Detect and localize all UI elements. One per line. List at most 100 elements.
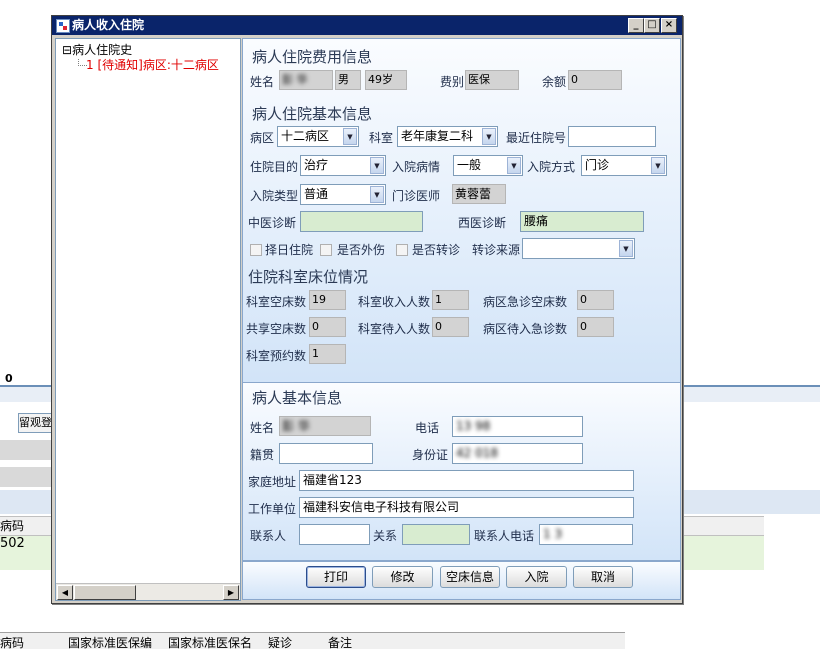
select-date-label: 择日住院 bbox=[265, 243, 314, 257]
chevron-down-icon[interactable]: ▼ bbox=[619, 240, 633, 257]
patient-name-field: 彭 华 bbox=[279, 416, 371, 436]
relation-field[interactable] bbox=[402, 524, 470, 545]
dept-reserve-field: 1 bbox=[309, 344, 346, 364]
basic-section-title: 病人住院基本信息 bbox=[252, 105, 373, 123]
minimize-icon[interactable]: _ bbox=[628, 18, 644, 33]
condition-value: 一般 bbox=[457, 158, 482, 172]
modify-button[interactable]: 修改 bbox=[372, 566, 433, 588]
type-label: 入院类型 bbox=[250, 189, 299, 203]
dialog-title: 病人收入住院 bbox=[72, 18, 145, 32]
app-icon bbox=[56, 19, 70, 33]
doctor-label: 门诊医师 bbox=[392, 189, 441, 203]
chevron-down-icon[interactable]: ▼ bbox=[482, 128, 496, 145]
close-icon[interactable]: × bbox=[661, 18, 677, 33]
method-select[interactable]: 门诊 ▼ bbox=[581, 155, 667, 176]
condition-select[interactable]: 一般 ▼ bbox=[453, 155, 523, 176]
tree-root-label: 病人住院史 bbox=[72, 43, 133, 57]
scroll-right-icon[interactable]: ▶ bbox=[223, 585, 239, 600]
footer-col: 病码 bbox=[0, 636, 25, 650]
collapse-icon[interactable]: ⊟ bbox=[62, 43, 72, 57]
scroll-left-icon[interactable]: ◀ bbox=[57, 585, 73, 600]
chevron-down-icon[interactable]: ▼ bbox=[370, 186, 384, 203]
dept-wait-field: 0 bbox=[432, 317, 469, 337]
balance-label: 余额 bbox=[542, 75, 567, 89]
purpose-select[interactable]: 治疗 ▼ bbox=[300, 155, 386, 176]
relation-label: 关系 bbox=[373, 529, 398, 543]
empty-bed-button[interactable]: 空床信息 bbox=[440, 566, 500, 588]
address-field[interactable]: 福建省123 bbox=[299, 470, 634, 491]
dialog-titlebar[interactable]: 病人收入住院 _ □ × bbox=[52, 16, 682, 35]
footer-col: 备注 bbox=[328, 636, 353, 650]
method-label: 入院方式 bbox=[527, 160, 576, 174]
fee-name-field: 彭 华 bbox=[279, 70, 333, 90]
ward-wait-label: 病区待入急诊数 bbox=[483, 322, 568, 336]
footer-col: 疑诊 bbox=[268, 636, 293, 650]
condition-label: 入院病情 bbox=[392, 160, 441, 174]
background-table-cell: 502 bbox=[0, 536, 25, 551]
ward-emerg-field: 0 bbox=[577, 290, 614, 310]
background-gray-field bbox=[0, 440, 52, 460]
trauma-label: 是否外伤 bbox=[337, 243, 386, 257]
transfer-checkbox[interactable] bbox=[396, 244, 408, 256]
fee-type-label: 费别 bbox=[440, 75, 465, 89]
tree-item-admission[interactable]: 1 [待通知]病区:十二病区 bbox=[86, 56, 219, 73]
work-field[interactable]: 福建科安信电子科技有限公司 bbox=[299, 497, 634, 518]
maximize-icon[interactable]: □ bbox=[644, 18, 660, 33]
background-footer-header: 病码 国家标准医保编 国家标准医保名 疑诊 备注 bbox=[0, 632, 625, 650]
contact-label: 联系人 bbox=[250, 529, 287, 543]
fee-age-field: 49岁 bbox=[365, 70, 407, 90]
phone-label: 电话 bbox=[415, 421, 440, 435]
transfer-source-select[interactable]: ▼ bbox=[522, 238, 635, 259]
id-value: 42 018 bbox=[456, 446, 498, 460]
recent-no-label: 最近住院号 bbox=[506, 131, 567, 145]
dept-admit-label: 科室收入人数 bbox=[358, 295, 431, 309]
shared-empty-field: 0 bbox=[309, 317, 346, 337]
native-label: 籍贯 bbox=[250, 448, 275, 462]
wm-field[interactable]: 腰痛 bbox=[520, 211, 644, 232]
dept-reserve-label: 科室预约数 bbox=[246, 349, 307, 363]
type-select[interactable]: 普通 ▼ bbox=[300, 184, 386, 205]
patient-name-value: 彭 华 bbox=[282, 419, 310, 433]
admission-dialog: 病人收入住院 _ □ × ⊟病人住院史 1 [待通知]病区:十二病区 ◀ ▶ 病… bbox=[51, 15, 683, 604]
contact-phone-field[interactable]: 1 3 bbox=[539, 524, 633, 545]
doctor-field: 黄蓉蕾 bbox=[452, 184, 506, 204]
method-value: 门诊 bbox=[585, 158, 610, 172]
fee-name-label: 姓名 bbox=[250, 75, 275, 89]
balance-field: 0 bbox=[568, 70, 622, 90]
native-field[interactable] bbox=[279, 443, 373, 464]
contact-field[interactable] bbox=[299, 524, 370, 545]
tree-horizontal-scrollbar[interactable]: ◀ ▶ bbox=[56, 583, 240, 600]
footer-col: 国家标准医保编 bbox=[68, 636, 153, 650]
recent-no-field[interactable] bbox=[568, 126, 656, 147]
chevron-down-icon[interactable]: ▼ bbox=[343, 128, 357, 145]
dept-empty-field: 19 bbox=[309, 290, 346, 310]
cancel-button[interactable]: 取消 bbox=[573, 566, 633, 588]
print-button[interactable]: 打印 bbox=[306, 566, 366, 588]
patient-name-label: 姓名 bbox=[250, 421, 275, 435]
address-label: 家庭地址 bbox=[248, 475, 297, 489]
id-field[interactable]: 42 018 bbox=[452, 443, 583, 464]
tcm-field[interactable] bbox=[300, 211, 423, 232]
history-tree[interactable]: ⊟病人住院史 1 [待通知]病区:十二病区 ◀ ▶ bbox=[55, 38, 241, 601]
id-label: 身份证 bbox=[412, 448, 449, 462]
transfer-label: 是否转诊 bbox=[412, 243, 461, 257]
dept-label: 科室 bbox=[369, 131, 394, 145]
scroll-thumb[interactable] bbox=[74, 585, 136, 600]
phone-field[interactable]: 13 98 bbox=[452, 416, 583, 437]
dept-wait-label: 科室待入人数 bbox=[358, 322, 431, 336]
admit-button[interactable]: 入院 bbox=[506, 566, 567, 588]
trauma-checkbox[interactable] bbox=[320, 244, 332, 256]
dept-value: 老年康复二科 bbox=[401, 129, 474, 143]
purpose-value: 治疗 bbox=[304, 158, 329, 172]
ward-select[interactable]: 十二病区 ▼ bbox=[277, 126, 359, 147]
chevron-down-icon[interactable]: ▼ bbox=[370, 157, 384, 174]
patient-section-title: 病人基本信息 bbox=[252, 389, 343, 407]
fee-name-value: 彭 华 bbox=[282, 73, 308, 86]
chevron-down-icon[interactable]: ▼ bbox=[507, 157, 521, 174]
dept-admit-field: 1 bbox=[432, 290, 469, 310]
purpose-label: 住院目的 bbox=[250, 160, 299, 174]
dept-select[interactable]: 老年康复二科 ▼ bbox=[397, 126, 498, 147]
transfer-source-label: 转诊来源 bbox=[472, 243, 521, 257]
select-date-checkbox[interactable] bbox=[250, 244, 262, 256]
chevron-down-icon[interactable]: ▼ bbox=[651, 157, 665, 174]
